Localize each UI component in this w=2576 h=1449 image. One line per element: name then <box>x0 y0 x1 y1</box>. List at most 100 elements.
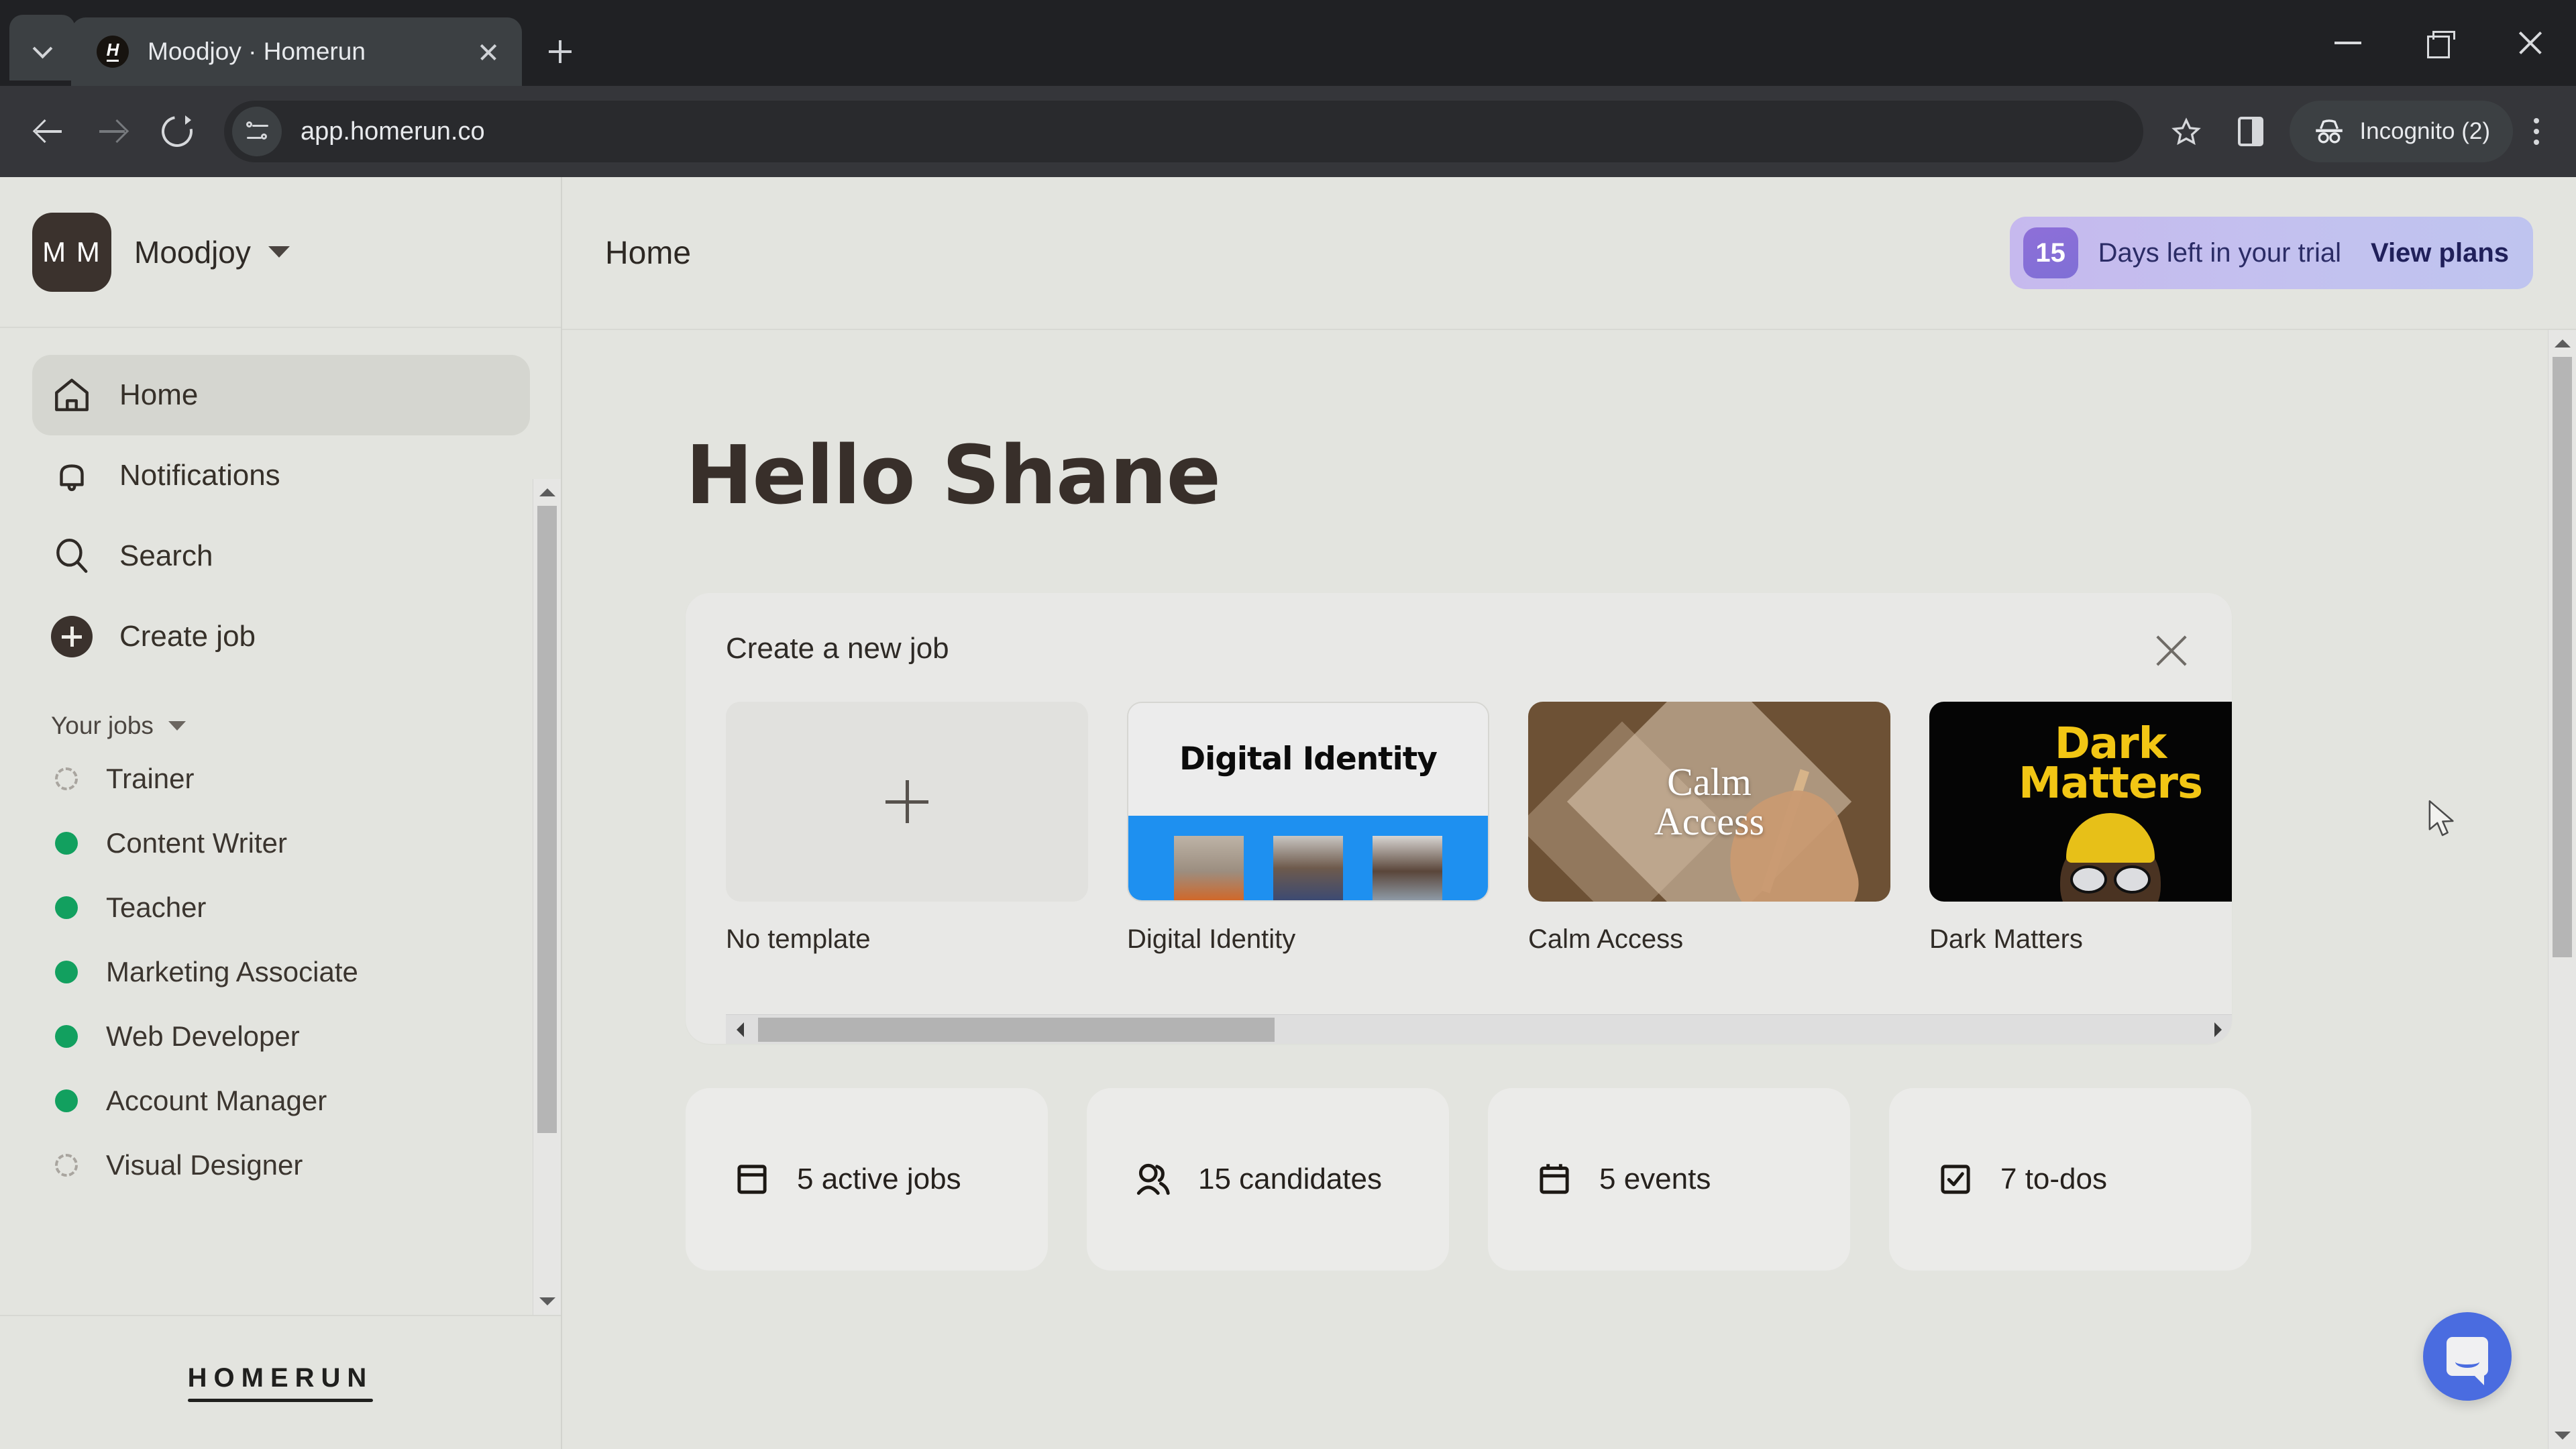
browser-toolbar: app.homerun.co Incognito (2) <box>0 86 2576 177</box>
template-carousel: No template Digital Identity Digital Ide… <box>686 665 2232 955</box>
template-thumbnail[interactable]: Calm Access <box>1528 702 1890 902</box>
sidebar-job-visual-designer[interactable]: Visual Designer <box>0 1133 561 1197</box>
scrollbar-track[interactable] <box>754 1015 2204 1044</box>
star-icon <box>2171 117 2202 146</box>
workspace-avatar: M M <box>32 212 111 292</box>
scrollbar-thumb[interactable] <box>758 1017 1275 1042</box>
scroll-left-arrow-icon[interactable] <box>726 1015 754 1044</box>
chrome-menu-button[interactable] <box>2513 101 2560 162</box>
template-digital-identity[interactable]: Digital Identity Digital Identity <box>1127 702 1489 955</box>
scroll-down-arrow-icon[interactable] <box>2548 1424 2576 1448</box>
reload-button[interactable] <box>145 99 209 164</box>
tune-icon <box>246 121 268 142</box>
sidebar-scrollbar[interactable] <box>533 479 561 1315</box>
job-label: Teacher <box>106 892 207 923</box>
trial-banner[interactable]: 15 Days left in your trial View plans <box>2009 217 2533 289</box>
jobs-board-icon <box>731 1159 773 1200</box>
sidebar-item-search[interactable]: Search <box>32 516 530 596</box>
tab-search-button[interactable] <box>9 15 75 80</box>
minimize-icon <box>2334 42 2361 44</box>
forward-button[interactable] <box>80 99 145 164</box>
create-job-card: Create a new job No template Digital Ide… <box>686 593 2232 1044</box>
template-thumbnail[interactable]: Dark Matters <box>1929 702 2232 902</box>
sidebar-item-notifications[interactable]: Notifications <box>32 435 530 516</box>
stat-candidates[interactable]: 15 candidates <box>1087 1088 1449 1271</box>
sidebar-job-trainer[interactable]: Trainer <box>0 747 561 811</box>
incognito-indicator[interactable]: Incognito (2) <box>2290 101 2513 162</box>
checkbox-icon <box>1935 1159 1976 1200</box>
your-jobs-section-toggle[interactable]: Your jobs <box>51 712 561 740</box>
stats-row: 5 active jobs 15 candidates 5 events 7 t… <box>686 1088 2251 1271</box>
workspace-switcher[interactable]: M M Moodjoy <box>0 177 561 328</box>
window-controls <box>2302 0 2576 86</box>
sidebar-job-teacher[interactable]: Teacher <box>0 875 561 940</box>
side-panel-button[interactable] <box>2218 99 2283 164</box>
bookmark-button[interactable] <box>2154 99 2218 164</box>
main-content: Home 15 Days left in your trial View pla… <box>562 177 2576 1449</box>
page-scrollbar-thumb[interactable] <box>2553 357 2572 957</box>
stat-label: 15 candidates <box>1198 1163 1382 1195</box>
maximize-button[interactable] <box>2394 0 2485 86</box>
status-dot-live <box>55 961 78 983</box>
plus-icon <box>885 780 928 823</box>
template-name: Digital Identity <box>1127 924 1296 954</box>
template-thumb-title: Calm Access <box>1654 759 1765 843</box>
status-dot-live <box>55 1089 78 1112</box>
chevron-down-icon <box>34 39 51 56</box>
job-label: Marketing Associate <box>106 956 358 987</box>
avatar <box>1273 835 1343 900</box>
address-bar[interactable]: app.homerun.co <box>224 101 2144 162</box>
browser-tab[interactable]: H Moodjoy · Homerun <box>71 17 522 86</box>
back-button[interactable] <box>16 99 80 164</box>
decorative-cap <box>2066 813 2155 863</box>
people-icon <box>1132 1159 1174 1200</box>
arrow-left-icon <box>34 117 63 146</box>
job-label: Web Developer <box>106 1020 300 1052</box>
template-carousel-scrollbar[interactable] <box>726 1014 2232 1044</box>
stat-events[interactable]: 5 events <box>1488 1088 1850 1271</box>
page-scrollbar[interactable] <box>2548 330 2576 1449</box>
scroll-up-arrow-icon[interactable] <box>533 480 561 504</box>
minimize-button[interactable] <box>2302 0 2394 86</box>
new-tab-button[interactable] <box>534 25 586 78</box>
sidebar-item-label: Notifications <box>119 459 280 492</box>
template-thumbnail[interactable] <box>726 702 1088 902</box>
sidebar-scrollbar-thumb[interactable] <box>537 506 557 1133</box>
avatar <box>1174 835 1244 900</box>
template-no-template[interactable]: No template <box>726 702 1088 955</box>
status-dot-live <box>55 896 78 919</box>
close-icon[interactable] <box>2153 632 2190 669</box>
incognito-label: Incognito (2) <box>2359 118 2490 144</box>
scroll-down-arrow-icon[interactable] <box>533 1289 561 1313</box>
scroll-up-arrow-icon[interactable] <box>2548 331 2576 356</box>
browser-window: H Moodjoy · Homerun app.homerun.co Incog… <box>0 0 2576 1449</box>
homerun-logo-underline <box>187 1399 374 1402</box>
site-settings-button[interactable] <box>232 107 282 156</box>
sidebar-item-label: Home <box>119 378 199 411</box>
url-text: app.homerun.co <box>301 117 485 146</box>
stat-active-jobs[interactable]: 5 active jobs <box>686 1088 1048 1271</box>
sidebar-item-home[interactable]: Home <box>32 355 530 435</box>
stat-todos[interactable]: 7 to-dos <box>1889 1088 2251 1271</box>
sidebar-job-content-writer[interactable]: Content Writer <box>0 811 561 875</box>
template-calm-access[interactable]: Calm Access Calm Access <box>1528 702 1890 955</box>
scroll-right-arrow-icon[interactable] <box>2204 1015 2232 1044</box>
arrow-right-icon <box>98 117 127 146</box>
view-plans-link[interactable]: View plans <box>2371 238 2509 268</box>
sidebar-job-web-developer[interactable]: Web Developer <box>0 1004 561 1069</box>
template-thumb-title: Dark Matters <box>2018 719 2203 808</box>
template-thumbnail[interactable]: Digital Identity <box>1127 702 1489 902</box>
stat-label: 7 to-dos <box>2000 1163 2107 1195</box>
chevron-down-icon <box>268 246 290 258</box>
sidebar-job-account-manager[interactable]: Account Manager <box>0 1069 561 1133</box>
template-dark-matters[interactable]: Dark Matters Dark Matters <box>1929 702 2232 955</box>
sidebar-item-create-job[interactable]: Create job <box>32 596 530 677</box>
status-dot-live <box>55 832 78 855</box>
template-name: No template <box>726 924 871 954</box>
app-sidebar: M M Moodjoy Home Notifications Search Cr… <box>0 177 562 1449</box>
template-name: Calm Access <box>1528 924 1684 954</box>
sidebar-job-marketing-associate[interactable]: Marketing Associate <box>0 940 561 1004</box>
tab-close-icon[interactable] <box>470 33 507 70</box>
close-window-button[interactable] <box>2485 0 2576 86</box>
support-chat-button[interactable] <box>2423 1312 2512 1401</box>
